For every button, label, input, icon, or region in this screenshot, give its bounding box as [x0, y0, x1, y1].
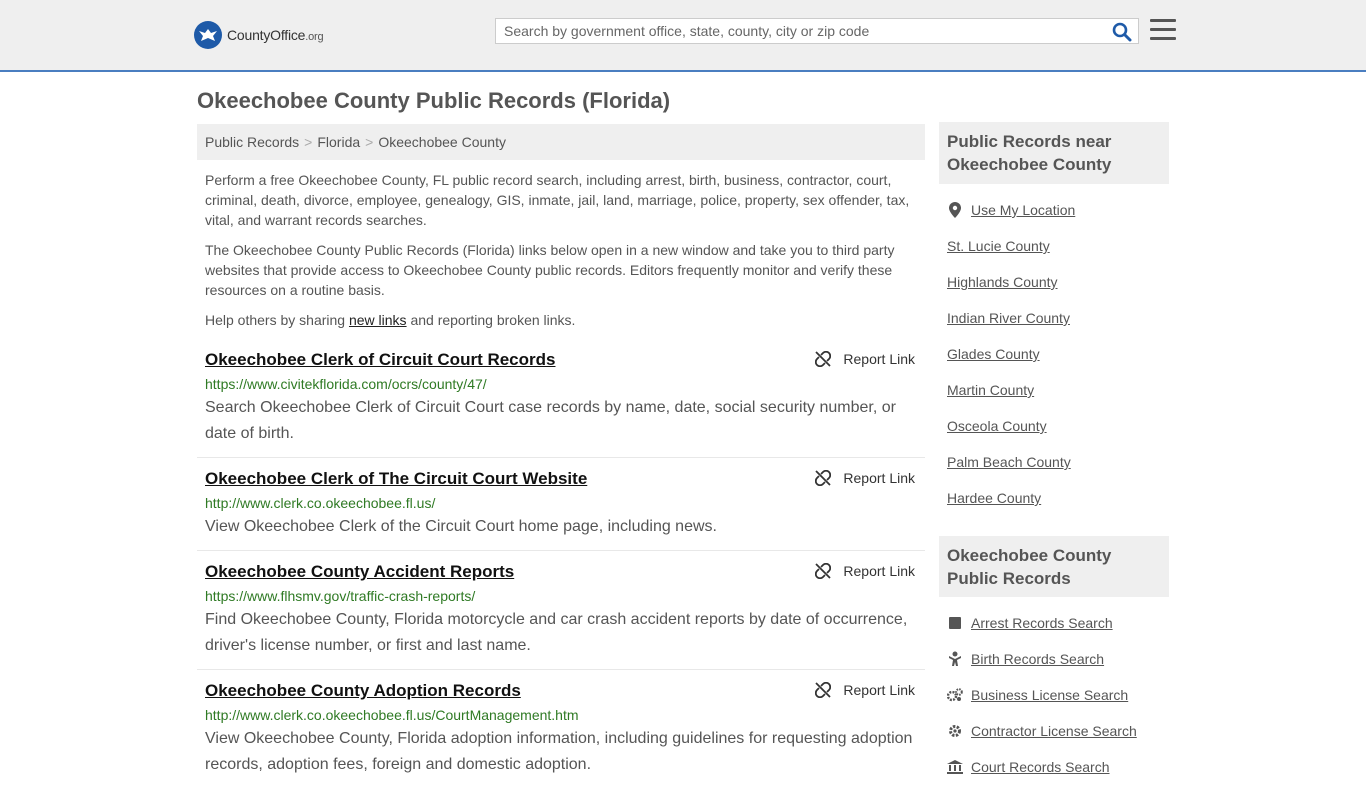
sidebar-item-county: Highlands County — [947, 264, 1075, 300]
logo-tld: .org — [305, 31, 324, 43]
broken-link-icon — [815, 563, 832, 579]
broken-link-icon — [815, 351, 832, 367]
breadcrumb: Public Records > Florida > Okeechobee County — [197, 124, 925, 160]
gears-icon — [947, 687, 963, 703]
report-link-button[interactable]: Report Link — [815, 470, 915, 486]
eagle-logo-icon — [194, 21, 222, 49]
county-link-osceola[interactable]: Osceola County — [947, 418, 1047, 434]
courthouse-icon — [947, 759, 963, 775]
record-title-link[interactable]: Okeechobee County Accident Reports — [205, 559, 917, 585]
sidebar-item-use-location: Use My Location — [947, 192, 1075, 228]
sidebar-item-arrest: Arrest Records Search — [947, 605, 1137, 641]
site-logo[interactable]: CountyOffice.org — [194, 21, 324, 49]
record-url: https://www.civitekflorida.com/ocrs/coun… — [205, 376, 487, 392]
report-link-label: Report Link — [843, 563, 915, 579]
record-item: Okeechobee Clerk of Circuit Court Record… — [197, 347, 925, 458]
use-my-location-link[interactable]: Use My Location — [971, 202, 1075, 218]
sidebar-item-county: Palm Beach County — [947, 444, 1075, 480]
report-link-label: Report Link — [843, 351, 915, 367]
record-title-link[interactable]: Okeechobee County Adoption Records — [205, 678, 917, 704]
report-link-button[interactable]: Report Link — [815, 351, 915, 367]
hamburger-menu-icon[interactable] — [1150, 19, 1176, 43]
county-link-glades[interactable]: Glades County — [947, 346, 1040, 362]
breadcrumb-public-records[interactable]: Public Records — [205, 134, 299, 150]
records-list: Okeechobee Clerk of Circuit Court Record… — [197, 347, 925, 788]
sidebar-item-county: Osceola County — [947, 408, 1075, 444]
report-link-button[interactable]: Report Link — [815, 682, 915, 698]
report-link-label: Report Link — [843, 682, 915, 698]
sidebar-item-business: Business License Search — [947, 677, 1137, 713]
page-title: Okeechobee County Public Records (Florid… — [197, 88, 671, 113]
search-input[interactable] — [496, 19, 1112, 43]
sidebar-item-county: Indian River County — [947, 300, 1075, 336]
county-link-highlands[interactable]: Highlands County — [947, 274, 1058, 290]
baby-icon — [947, 651, 963, 667]
sidebar-item-court: Court Records Search — [947, 749, 1137, 785]
record-url: https://www.flhsmv.gov/traffic-crash-rep… — [205, 588, 476, 604]
record-title-link[interactable]: Okeechobee Clerk of Circuit Court Record… — [205, 347, 917, 373]
report-link-label: Report Link — [843, 470, 915, 486]
search-icon[interactable] — [1112, 22, 1132, 42]
court-records-link[interactable]: Court Records Search — [971, 759, 1110, 775]
county-link-martin[interactable]: Martin County — [947, 382, 1034, 398]
breadcrumb-current: Okeechobee County — [378, 134, 506, 150]
intro-paragraph-1: Perform a free Okeechobee County, FL pub… — [205, 172, 910, 228]
record-description: View Okeechobee County, Florida adoption… — [205, 730, 913, 773]
record-item: Okeechobee County Adoption Records Repor… — [197, 670, 925, 788]
record-url: http://www.clerk.co.okeechobee.fl.us/ — [205, 495, 436, 511]
map-marker-icon — [947, 202, 963, 218]
county-link-st-lucie[interactable]: St. Lucie County — [947, 238, 1050, 254]
county-link-indian-river[interactable]: Indian River County — [947, 310, 1070, 326]
breadcrumb-separator: > — [365, 134, 374, 150]
record-description: View Okeechobee Clerk of the Circuit Cou… — [205, 518, 717, 535]
sidebar-records-list: Arrest Records Search Birth Records Sear… — [947, 605, 1137, 785]
sidebar-item-birth: Birth Records Search — [947, 641, 1137, 677]
record-url: http://www.clerk.co.okeechobee.fl.us/Cou… — [205, 707, 579, 723]
county-link-hardee[interactable]: Hardee County — [947, 490, 1041, 506]
contractor-license-link[interactable]: Contractor License Search — [971, 723, 1137, 739]
intro-paragraph-3: Help others by sharing new links and rep… — [205, 312, 576, 328]
new-links-link[interactable]: new links — [349, 312, 407, 328]
site-header: CountyOffice.org — [0, 0, 1366, 72]
record-description: Find Okeechobee County, Florida motorcyc… — [205, 611, 908, 654]
breadcrumb-separator: > — [304, 134, 313, 150]
arrest-records-link[interactable]: Arrest Records Search — [971, 615, 1113, 631]
record-item: Okeechobee County Accident Reports Repor… — [197, 551, 925, 670]
record-description: Search Okeechobee Clerk of Circuit Court… — [205, 399, 896, 442]
broken-link-icon — [815, 470, 832, 486]
intro-text: Perform a free Okeechobee County, FL pub… — [205, 170, 920, 340]
record-item: Okeechobee Clerk of The Circuit Court We… — [197, 458, 925, 551]
sidebar-item-county: Hardee County — [947, 480, 1075, 516]
sidebar-item-county: Glades County — [947, 336, 1075, 372]
square-icon — [947, 615, 963, 631]
sidebar-item-contractor: Contractor License Search — [947, 713, 1137, 749]
intro-paragraph-2: The Okeechobee County Public Records (Fl… — [205, 242, 895, 298]
report-link-button[interactable]: Report Link — [815, 563, 915, 579]
sidebar-item-county: Martin County — [947, 372, 1075, 408]
sidebar-item-county: St. Lucie County — [947, 228, 1075, 264]
breadcrumb-florida[interactable]: Florida — [317, 134, 360, 150]
gear-icon — [947, 723, 963, 739]
birth-records-link[interactable]: Birth Records Search — [971, 651, 1104, 667]
sidebar-nearby-heading: Public Records near Okeechobee County — [939, 122, 1169, 184]
sidebar-records-heading: Okeechobee County Public Records — [939, 536, 1169, 597]
logo-text: CountyOffice.org — [227, 27, 324, 43]
search-box — [495, 18, 1139, 44]
county-link-palm-beach[interactable]: Palm Beach County — [947, 454, 1071, 470]
sidebar-nearby-list: Use My Location St. Lucie County Highlan… — [947, 192, 1075, 516]
broken-link-icon — [815, 682, 832, 698]
business-license-link[interactable]: Business License Search — [971, 687, 1128, 703]
record-title-link[interactable]: Okeechobee Clerk of The Circuit Court We… — [205, 466, 917, 492]
